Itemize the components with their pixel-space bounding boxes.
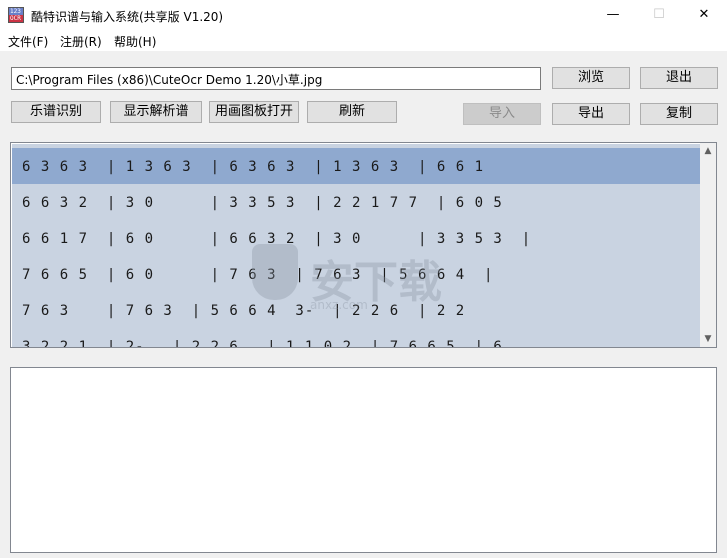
score-row: 7 6 6 5 | 6 0 | 7 6 3 | 7 6 3 | 5 6 6 4 … xyxy=(12,256,700,292)
menu-file[interactable]: 文件(F) xyxy=(8,33,48,50)
score-image: 6 3 6 3 | 1 3 6 3 | 6 3 6 3 | 1 3 6 3 | … xyxy=(12,144,700,347)
minimize-button[interactable]: — xyxy=(590,0,636,31)
app-icon: 123 OCR xyxy=(8,7,24,23)
score-row-text: 6 3 6 3 | 1 3 6 3 | 6 3 6 3 | 1 3 6 3 | … xyxy=(22,159,485,175)
title-bar: 123 OCR 酷特识谱与输入系统(共享版 V1.20) — ☐ ✕ xyxy=(0,0,727,31)
menu-help[interactable]: 帮助(H) xyxy=(114,33,156,50)
app-icon-label-top: 123 xyxy=(10,8,21,15)
score-image-panel[interactable]: 6 3 6 3 | 1 3 6 3 | 6 3 6 3 | 1 3 6 3 | … xyxy=(10,142,717,348)
score-row: 6 6 1 7 | 6 0 | 6 6 3 2 | 3 0 | 3 3 5 3 … xyxy=(12,220,700,256)
minimize-icon: — xyxy=(606,7,620,22)
show-parsed-score-button[interactable]: 显示解析谱 xyxy=(110,101,202,123)
menu-bar: 文件(F) 注册(R) 帮助(H) xyxy=(0,31,727,51)
output-text-area[interactable] xyxy=(10,367,717,553)
score-row-text: 7 6 3 | 7 6 3 | 5 6 6 4 3- | 2 2 6 | 2 2 xyxy=(22,303,466,319)
score-row-text: 6 6 1 7 | 6 0 | 6 6 3 2 | 3 0 | 3 3 5 3 … xyxy=(22,231,532,247)
score-row: 3 2 2 1 | 2- | 2 2 6 | 1 1 0 2 | 7 6 6 5… xyxy=(12,328,700,347)
app-icon-label-bottom: OCR xyxy=(10,15,21,22)
maximize-icon: ☐ xyxy=(653,7,665,22)
browse-button[interactable]: 浏览 xyxy=(552,67,630,89)
score-vertical-scrollbar[interactable]: ▲ ▼ xyxy=(700,143,716,347)
score-row-selected: 6 3 6 3 | 1 3 6 3 | 6 3 6 3 | 1 3 6 3 | … xyxy=(12,148,700,184)
score-row-text: 3 2 2 1 | 2- | 2 2 6 | 1 1 0 2 | 7 6 6 5… xyxy=(22,339,503,347)
window-title: 酷特识谱与输入系统(共享版 V1.20) xyxy=(31,10,224,24)
close-button[interactable]: ✕ xyxy=(681,0,727,31)
score-row-text: 7 6 6 5 | 6 0 | 7 6 3 | 7 6 3 | 5 6 6 4 … xyxy=(22,267,494,283)
score-row: 6 6 3 2 | 3 0 | 3 3 5 3 | 2 2 1 7 7 | 6 … xyxy=(12,184,700,220)
recognize-score-button[interactable]: 乐谱识别 xyxy=(11,101,101,123)
scroll-up-icon[interactable]: ▲ xyxy=(700,143,716,159)
file-path-field[interactable]: C:\Program Files (x86)\CuteOcr Demo 1.20… xyxy=(11,67,541,90)
export-button[interactable]: 导出 xyxy=(552,103,630,125)
exit-button[interactable]: 退出 xyxy=(640,67,718,89)
refresh-button[interactable]: 刷新 xyxy=(307,101,397,123)
scroll-down-icon[interactable]: ▼ xyxy=(700,331,716,347)
open-in-paint-button[interactable]: 用画图板打开 xyxy=(209,101,299,123)
menu-register[interactable]: 注册(R) xyxy=(60,33,102,50)
score-row-text: 6 6 3 2 | 3 0 | 3 3 5 3 | 2 2 1 7 7 | 6 … xyxy=(22,195,503,211)
maximize-button[interactable]: ☐ xyxy=(636,0,682,31)
copy-button[interactable]: 复制 xyxy=(640,103,718,125)
import-button[interactable]: 导入 xyxy=(463,103,541,125)
close-icon: ✕ xyxy=(698,7,710,22)
score-row: 7 6 3 | 7 6 3 | 5 6 6 4 3- | 2 2 6 | 2 2 xyxy=(12,292,700,328)
